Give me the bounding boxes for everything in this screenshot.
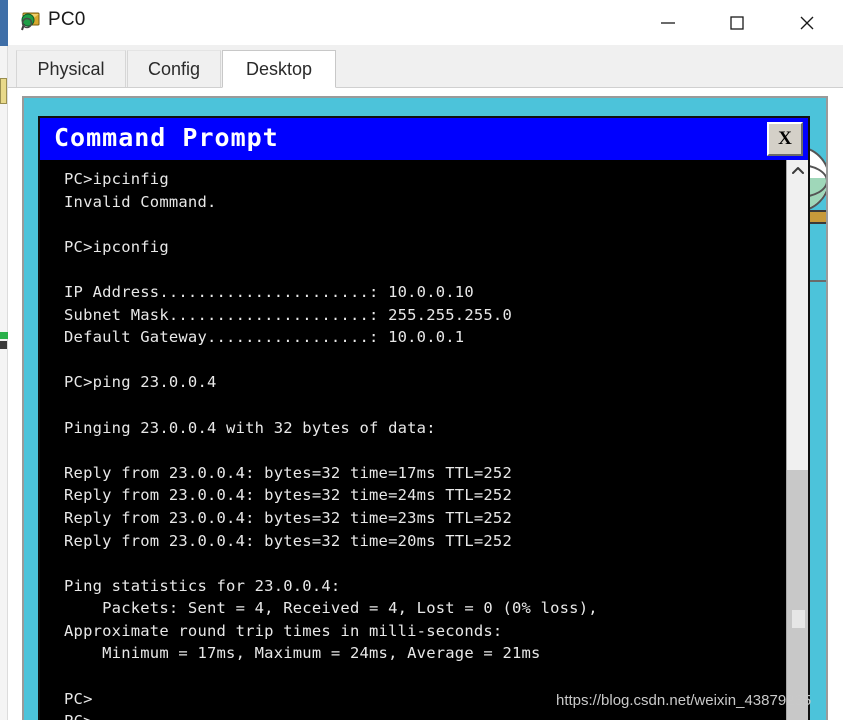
command-prompt-title: Command Prompt [54, 123, 279, 152]
tab-bar: Physical Config Desktop [8, 45, 843, 88]
terminal-scrollbar-grip [792, 610, 805, 628]
tab-desktop-label: Desktop [245, 58, 313, 79]
command-prompt-close-button[interactable]: X [767, 122, 803, 156]
window-title: PC0 [48, 9, 86, 30]
tab-physical-label: Physical [37, 58, 105, 79]
background-note-sliver [0, 78, 7, 104]
command-prompt-window: Command Prompt X PC>ipcinfig Invalid Com… [38, 116, 810, 720]
tab-config[interactable]: Config [127, 50, 221, 87]
command-prompt-title-bar: Command Prompt X [40, 118, 808, 160]
tab-config-label: Config [147, 58, 201, 79]
terminal-scrollbar-thumb[interactable] [787, 470, 808, 720]
background-icon-sliver [0, 330, 8, 352]
tab-desktop[interactable]: Desktop [222, 50, 336, 88]
background-titlebar-sliver [0, 0, 8, 46]
close-icon[interactable] [784, 0, 830, 45]
background-left-strip [0, 0, 8, 720]
terminal-scrollbar[interactable] [786, 160, 808, 720]
maximize-icon[interactable] [714, 0, 760, 45]
minimize-icon[interactable] [645, 0, 691, 45]
pc-device-icon [20, 11, 42, 33]
window-title-bar: PC0 [8, 0, 843, 45]
terminal-text: PC>ipcinfig Invalid Command. PC>ipconfig… [64, 170, 598, 720]
desktop-panel: h e b Command Prompt X PC>ipcinfig Inval… [22, 96, 828, 720]
terminal-output-area[interactable]: PC>ipcinfig Invalid Command. PC>ipconfig… [40, 160, 808, 720]
tab-physical[interactable]: Physical [16, 50, 126, 87]
pc-device-window: PC0 Physical Config Desktop Command Prom… [8, 0, 843, 720]
chevron-up-icon[interactable] [787, 160, 808, 180]
watermark-text: https://blog.csdn.net/weixin_43879235 [556, 692, 812, 709]
command-prompt-close-label: X [778, 128, 792, 149]
